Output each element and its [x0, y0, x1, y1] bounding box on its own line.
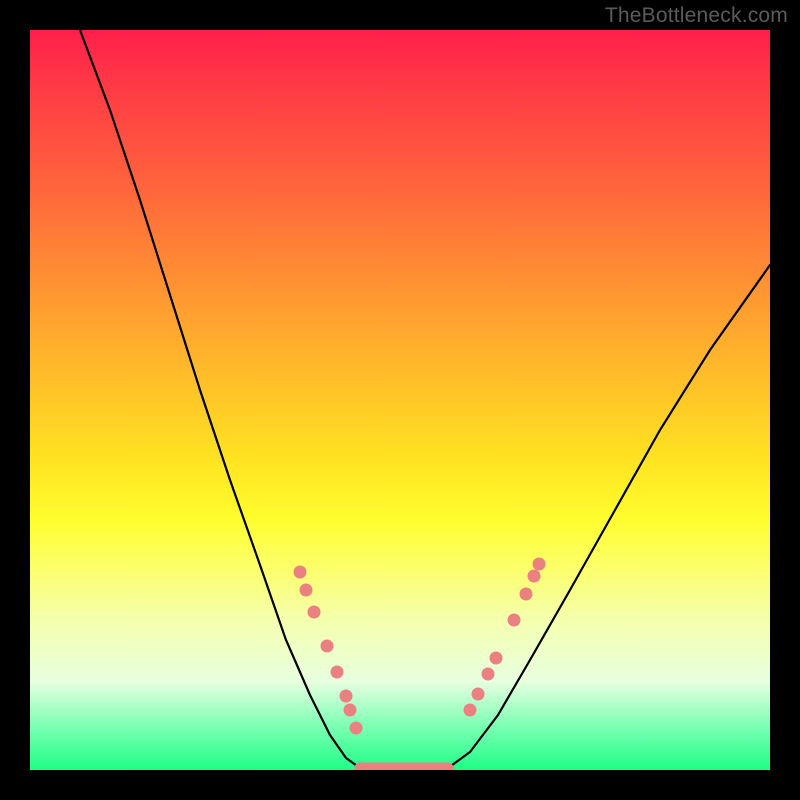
marker-dot: [308, 606, 321, 619]
marker-dot: [300, 584, 313, 597]
outer-frame: TheBottleneck.com: [0, 0, 800, 800]
chart-svg: [30, 30, 770, 770]
marker-dot: [350, 722, 363, 735]
marker-dot: [344, 704, 357, 717]
marker-dot: [472, 688, 485, 701]
marker-dot: [464, 704, 477, 717]
marker-dot: [331, 666, 344, 679]
watermark-label: TheBottleneck.com: [605, 4, 788, 28]
marker-dot: [482, 668, 495, 681]
marker-dot: [294, 566, 307, 579]
marker-dot: [528, 570, 541, 583]
marker-dot: [508, 614, 521, 627]
marker-dot: [533, 558, 546, 571]
marker-dot: [520, 588, 533, 601]
valley-curve: [80, 30, 770, 770]
marker-dot: [321, 640, 334, 653]
marker-dot: [340, 690, 353, 703]
marker-dots: [294, 558, 546, 735]
marker-dot: [490, 652, 503, 665]
plot-area: [30, 30, 770, 770]
